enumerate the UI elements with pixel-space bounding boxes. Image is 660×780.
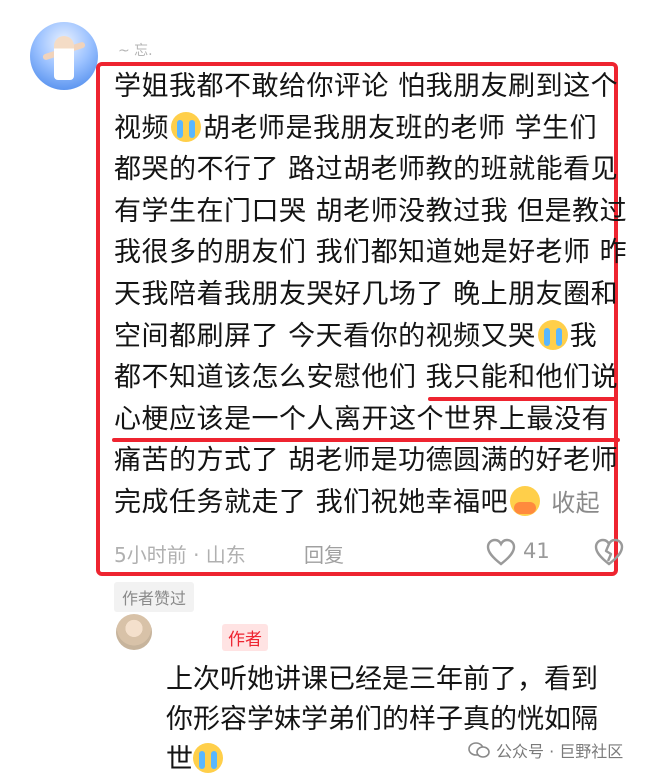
comment-line: 视频 [114, 112, 169, 144]
collapse-link[interactable]: 收起 [551, 489, 600, 517]
emphasis-underline [112, 438, 620, 442]
crying-emoji-icon [537, 319, 568, 350]
hugging-emoji-icon [510, 485, 541, 516]
watermark-text: 公众号 · 巨野社区 [496, 742, 624, 761]
comment-line: 我 [569, 320, 598, 352]
comment-line: 学姐我都不敢给你评论 怕我朋友刷到这个 [114, 71, 619, 102]
reply-button[interactable]: 回复 [304, 539, 344, 568]
comment-line: 胡老师是我朋友班的老师 学生们 [203, 112, 598, 144]
broken-heart-icon[interactable] [594, 538, 624, 566]
comment-line: 痛苦的方式了 胡老师是功德圆满的好老师 [114, 445, 619, 477]
like-count: 41 [523, 539, 550, 563]
crying-emoji-icon [193, 743, 223, 773]
commenter-avatar[interactable] [30, 22, 98, 90]
comment-body: 学姐我都不敢给你评论 怕我朋友刷到这个 视频 胡老师是我朋友班的老师 学生们 都哭… [114, 66, 627, 525]
comment-line: 都哭的不行了 路过胡老师教的班就能看见 [114, 154, 619, 186]
author-liked-badge: 作者赞过 [114, 582, 195, 612]
reply-line: 你形容学妹学弟们的样子真的恍如隔 [166, 704, 598, 735]
comment-line: 我很多的朋友们 我们都知道她是好老师 昨 [114, 237, 628, 269]
comment-line: 都不知道该怎么安慰他们 我只能和他们说 [114, 362, 619, 394]
author-tag: 作者 [222, 624, 268, 651]
watermark: 公众号 · 巨野社区 [468, 738, 623, 762]
commenter-username[interactable]: ~ 忘. [118, 40, 153, 60]
comment-line: 有学生在门口哭 胡老师没教过我 但是教过 [114, 195, 628, 227]
author-avatar[interactable] [116, 614, 152, 650]
reply-line: 世 [166, 744, 193, 775]
comment-time-location: 5小时前 · 山东 [114, 543, 246, 567]
wechat-icon [468, 742, 490, 758]
comment-line: 天我陪着我朋友哭好几场了 晚上朋友圈和 [114, 278, 619, 310]
like-heart-icon[interactable] [486, 538, 516, 566]
comment-line: 完成任务就走了 我们祝她幸福吧 [114, 486, 509, 518]
emphasis-underline [428, 397, 618, 401]
avatar-figure [54, 36, 74, 80]
comment-line: 心梗应该是一个人离开这个世界上最没有 [114, 403, 609, 435]
crying-emoji-icon [171, 111, 201, 142]
reply-body: 上次听她讲课已经是三年前了，看到 你形容学妹学弟们的样子真的恍如隔 世 [166, 660, 636, 780]
reply-line: 上次听她讲课已经是三年前了，看到 [166, 664, 598, 695]
comment-line: 空间都刷屏了 今天看你的视频又哭 [114, 320, 536, 352]
